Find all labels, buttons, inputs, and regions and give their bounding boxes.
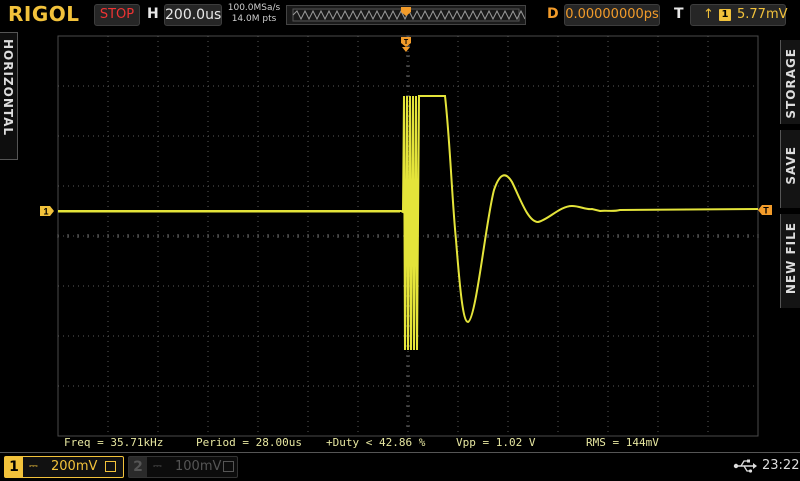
scope-display: T 1 T <box>40 35 772 437</box>
side-menu: STORAGE SAVE NEW FILE <box>780 32 800 462</box>
menu-item-save[interactable]: SAVE <box>780 130 800 208</box>
menu-item-save-label: SAVE <box>784 146 798 185</box>
menu-item-new-file[interactable]: NEW FILE <box>780 214 800 308</box>
trigger-label: T <box>674 6 684 22</box>
menu-item-storage-label: STORAGE <box>784 48 798 119</box>
horizontal-menu-tab[interactable]: HORIZONTAL <box>0 32 18 160</box>
memory-overview-waveform <box>292 7 526 22</box>
rising-edge-icon: ↑ <box>703 7 714 22</box>
memory-overview[interactable] <box>286 5 526 25</box>
delay-label: D <box>547 6 559 22</box>
measure-duty[interactable]: +Duty < 42.86 % <box>326 436 425 449</box>
measure-vpp[interactable]: Vpp = 1.02 V <box>456 436 535 449</box>
channel-2-scale: 100mV <box>175 459 222 474</box>
channel-1-scale: 200mV <box>51 459 98 474</box>
measure-freq[interactable]: Freq = 35.71kHz <box>64 436 163 449</box>
measurement-bar: Freq = 35.71kHz Period = 28.00us +Duty <… <box>58 436 758 450</box>
measure-period[interactable]: Period = 28.00us <box>196 436 302 449</box>
horizontal-label: H <box>147 6 159 22</box>
dc-coupling-icon: ⎓ <box>29 459 38 472</box>
svg-text:T: T <box>404 39 409 46</box>
horizontal-tab-label: HORIZONTAL <box>1 39 15 137</box>
channel-1-button[interactable]: 1 ⎓ 200mV <box>4 456 124 478</box>
sample-rate: 100.0MSa/s <box>227 3 281 13</box>
usb-icon <box>733 459 757 473</box>
timebase-value[interactable]: 200.0us <box>164 4 222 26</box>
ch1-offset-marker-label: 1 <box>43 207 48 217</box>
trigger-source-badge: 1 <box>719 9 731 21</box>
channel-bar: 1 ⎓ 200mV 2 ⎓ 100mV 23:22 <box>0 452 800 481</box>
trigger-level-marker-label: T <box>763 206 769 216</box>
run-stop-status[interactable]: STOP <box>94 4 140 26</box>
menu-item-new-file-label: NEW FILE <box>784 222 798 295</box>
trigger-position-marker[interactable]: T <box>401 37 411 52</box>
trigger-setting[interactable]: ↑ 1 5.77mV <box>690 4 788 26</box>
ch1-offset-marker[interactable]: 1 <box>40 206 54 217</box>
brand-logo: RIGOL <box>8 2 80 26</box>
bandwidth-limit-icon <box>105 461 116 472</box>
acquisition-info: 100.0MSa/s 14.0M pts <box>226 3 282 25</box>
channel-2-button[interactable]: 2 ⎓ 100mV <box>128 456 238 478</box>
bandwidth-limit-icon <box>223 461 234 472</box>
dc-coupling-icon: ⎓ <box>153 459 162 472</box>
clock: 23:22 <box>762 458 800 473</box>
menu-item-storage[interactable]: STORAGE <box>780 40 800 124</box>
trigger-level-marker[interactable]: T <box>758 205 772 216</box>
measure-rms[interactable]: RMS = 144mV <box>586 436 659 449</box>
trigger-level-value: 5.77mV <box>737 7 788 22</box>
ch1-waveform <box>58 95 759 351</box>
status-bar: RIGOL STOP H 200.0us 100.0MSa/s 14.0M pt… <box>0 0 800 30</box>
channel-2-number: 2 <box>129 457 147 477</box>
channel-1-number: 1 <box>5 457 23 477</box>
memory-depth: 14.0M pts <box>231 14 277 24</box>
delay-value[interactable]: 0.00000000ps <box>564 4 660 26</box>
